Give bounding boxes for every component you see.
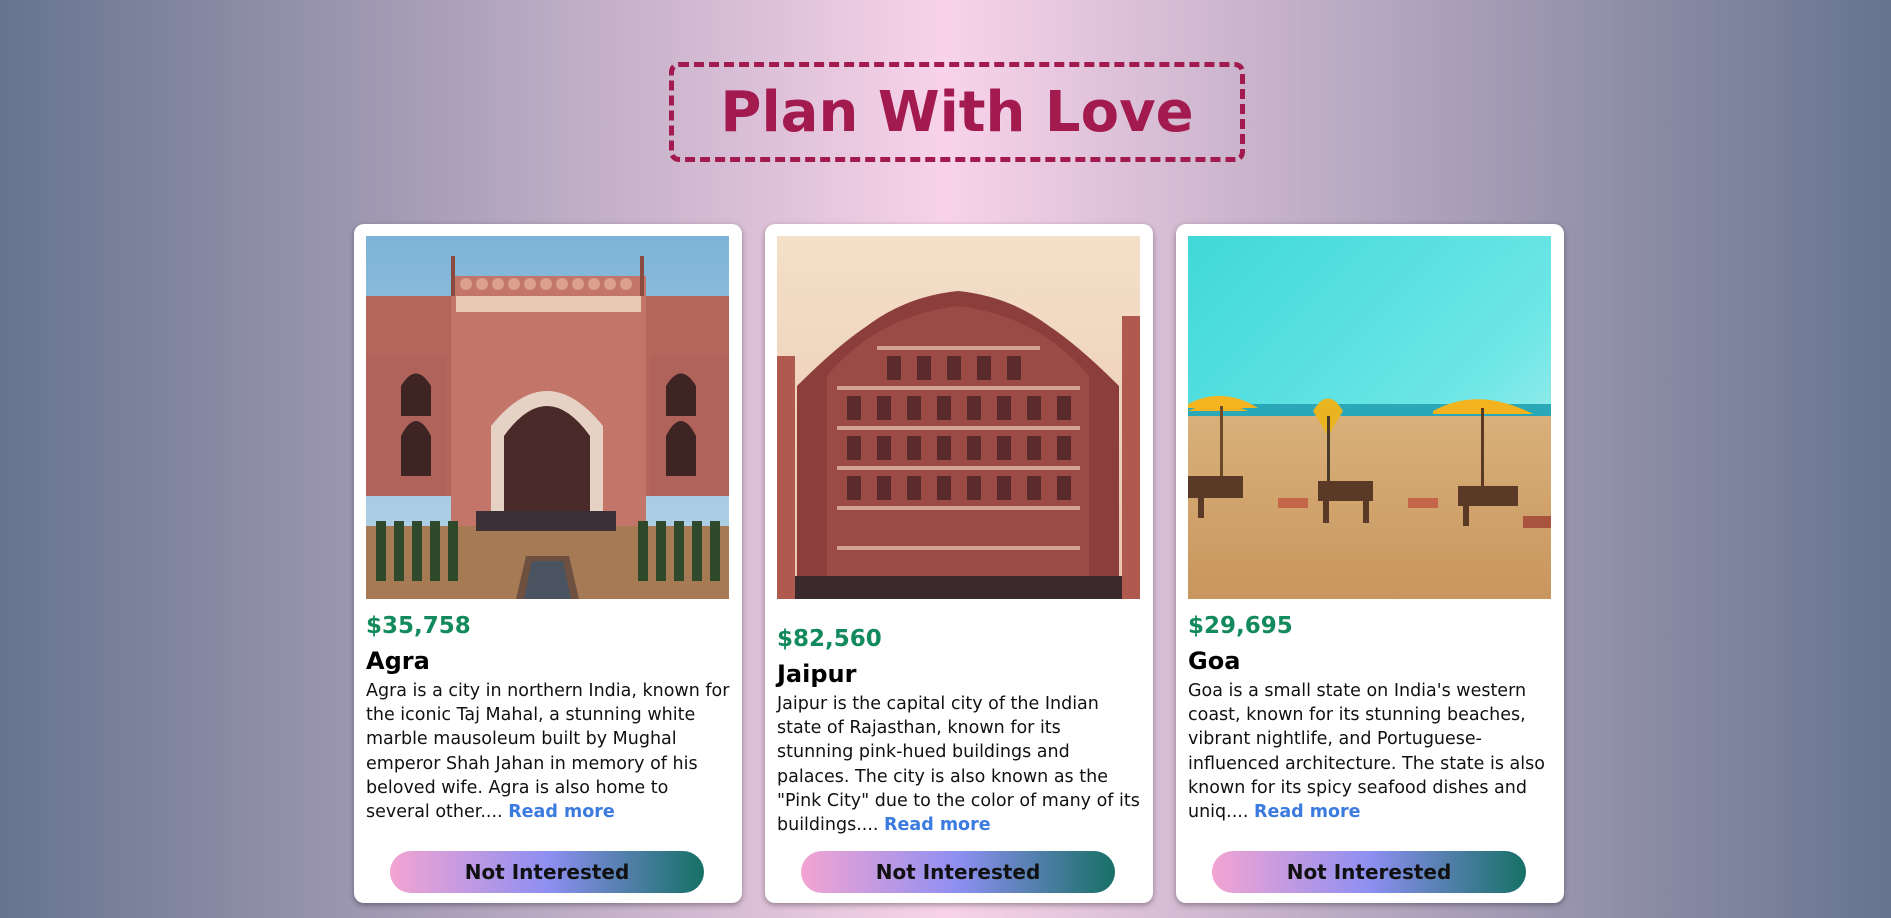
tour-price: $35,758 xyxy=(366,613,471,639)
title-banner: Plan With Love xyxy=(669,62,1245,162)
tour-price: $82,560 xyxy=(777,626,882,652)
tour-city: Agra xyxy=(366,647,430,675)
tour-description: Jaipur is the capital city of the Indian… xyxy=(777,694,1140,836)
page-title: Plan With Love xyxy=(720,79,1194,145)
tour-city: Goa xyxy=(1188,647,1241,675)
read-more-link[interactable]: Read more xyxy=(508,802,615,822)
tour-description: Agra is a city in northern India, known … xyxy=(366,681,730,823)
tour-card-jaipur: $82,560 Jaipur Jaipur is the capital cit… xyxy=(765,224,1153,903)
tour-description: Goa is a small state on India's western … xyxy=(1188,681,1545,823)
not-interested-button[interactable]: Not Interested xyxy=(1212,851,1526,893)
tour-price: $29,695 xyxy=(1188,613,1293,639)
tour-card-agra: $35,758 Agra Agra is a city in northern … xyxy=(354,224,742,903)
not-interested-button[interactable]: Not Interested xyxy=(801,851,1115,893)
not-interested-button[interactable]: Not Interested xyxy=(390,851,704,893)
tour-image-goa xyxy=(1188,236,1551,599)
tour-image-agra xyxy=(366,236,729,599)
tour-card-goa: $29,695 Goa Goa is a small state on Indi… xyxy=(1176,224,1564,903)
read-more-link[interactable]: Read more xyxy=(884,815,991,835)
tour-image-jaipur xyxy=(777,236,1140,599)
tour-city: Jaipur xyxy=(777,660,857,688)
read-more-link[interactable]: Read more xyxy=(1254,802,1361,822)
